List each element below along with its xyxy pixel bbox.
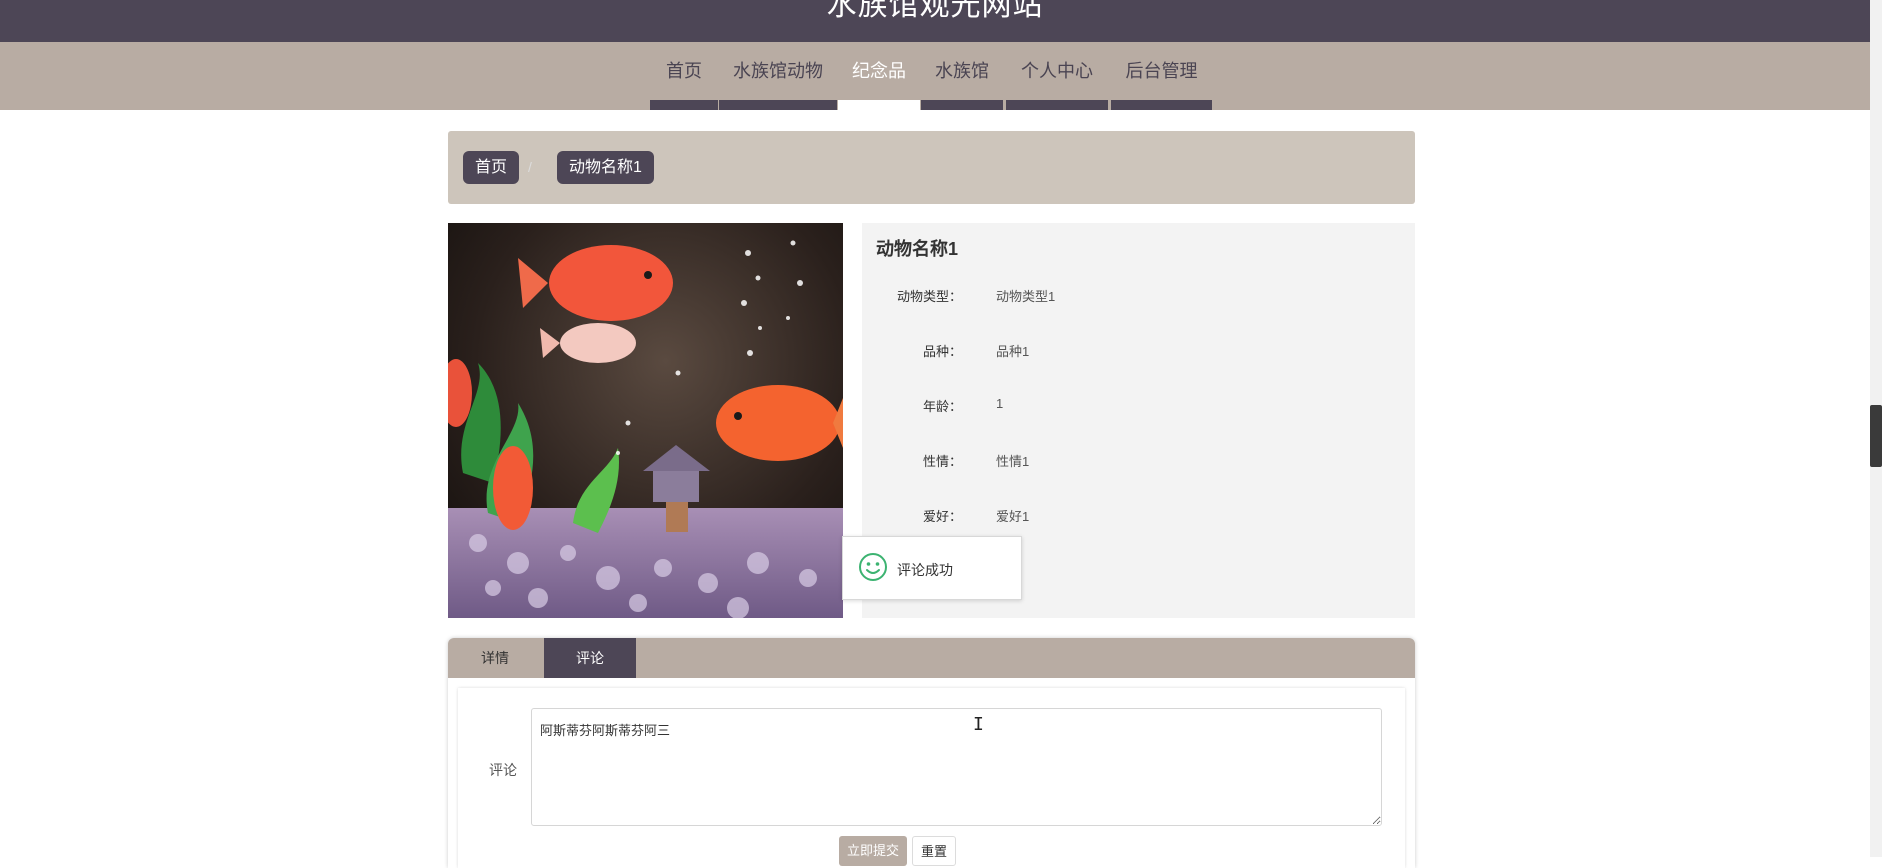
info-value: 性情1 [996,454,1030,469]
reset-button[interactable]: 重置 [912,836,957,866]
nav-item-home[interactable]: 首页 [650,42,718,110]
nav-underline [1006,100,1108,110]
comment-textarea[interactable]: 阿斯蒂芬阿斯蒂芬阿三 [531,708,1382,826]
info-row-type: 动物类型： 动物类型1 [862,286,1415,306]
nav-underline [921,100,1003,110]
nav-item-label: 水族馆动物 [733,61,823,81]
nav-item-label: 后台管理 [1125,61,1198,81]
info-value: 爱好1 [996,509,1030,524]
toast-message: 评论成功 [897,562,953,578]
info-label: 年龄： [922,399,962,414]
info-row-temperament: 性情： 性情1 [862,451,1415,471]
info-row-age: 年龄： 1 [862,396,1415,416]
info-value: 品种1 [996,344,1030,359]
nav-item-label: 纪念品 [852,61,906,81]
breadcrumb-home[interactable]: 首页 [463,151,520,184]
nav-underline [838,100,920,110]
info-label: 品种： [922,344,962,359]
smile-icon [858,552,888,587]
page-scrollbar[interactable] [1870,0,1882,857]
nav-underline [1111,100,1212,110]
nav-item-label: 个人中心 [1021,61,1093,81]
site-header: 水族馆观光网站 [0,0,1870,42]
tab-bar: 详情 评论 [448,638,1415,678]
comment-form: 评论 阿斯蒂芬阿斯蒂芬阿三 立即提交 重置 [458,688,1405,868]
info-row-hobby: 爱好： 爱好1 [862,506,1415,526]
detail-tabs: 详情 评论 评论 阿斯蒂芬阿斯蒂芬阿三 立即提交 重置 [448,638,1415,868]
submit-button[interactable]: 立即提交 [839,836,908,866]
nav-item-admin[interactable]: 后台管理 [1111,42,1212,110]
breadcrumb-current[interactable]: 动物名称1 [557,151,654,184]
breadcrumb-separator: / [528,159,532,175]
info-label: 性情： [922,454,962,469]
tab-comments[interactable]: 评论 [544,638,636,678]
tab-details[interactable]: 详情 [448,638,542,678]
nav-underline [719,100,837,110]
info-value: 动物类型1 [996,289,1056,304]
comment-label: 评论 [489,762,517,778]
site-title: 水族馆观光网站 [826,0,1044,22]
breadcrumb: 首页 / 动物名称1 [448,131,1415,204]
info-label: 爱好： [922,509,962,524]
nav-item-souvenirs[interactable]: 纪念品 [838,42,920,110]
text-cursor-icon: I [973,714,984,735]
nav-item-aquarium[interactable]: 水族馆 [921,42,1003,110]
nav-item-label: 首页 [666,61,702,81]
info-value: 1 [996,396,1004,411]
nav-item-profile[interactable]: 个人中心 [1006,42,1108,110]
nav-underline [650,100,718,110]
nav-item-label: 水族馆 [935,61,989,81]
info-row-breed: 品种： 品种1 [862,341,1415,361]
main-nav: 首页 水族馆动物 纪念品 水族馆 个人中心 后台管理 [0,42,1870,110]
success-toast: 评论成功 [842,536,1022,600]
animal-photo [448,223,843,618]
nav-item-animals[interactable]: 水族馆动物 [719,42,837,110]
scrollbar-thumb[interactable] [1870,405,1882,467]
aquarium-fish-image [448,223,843,618]
animal-name-heading: 动物名称1 [876,239,959,259]
info-label: 动物类型： [896,289,962,304]
